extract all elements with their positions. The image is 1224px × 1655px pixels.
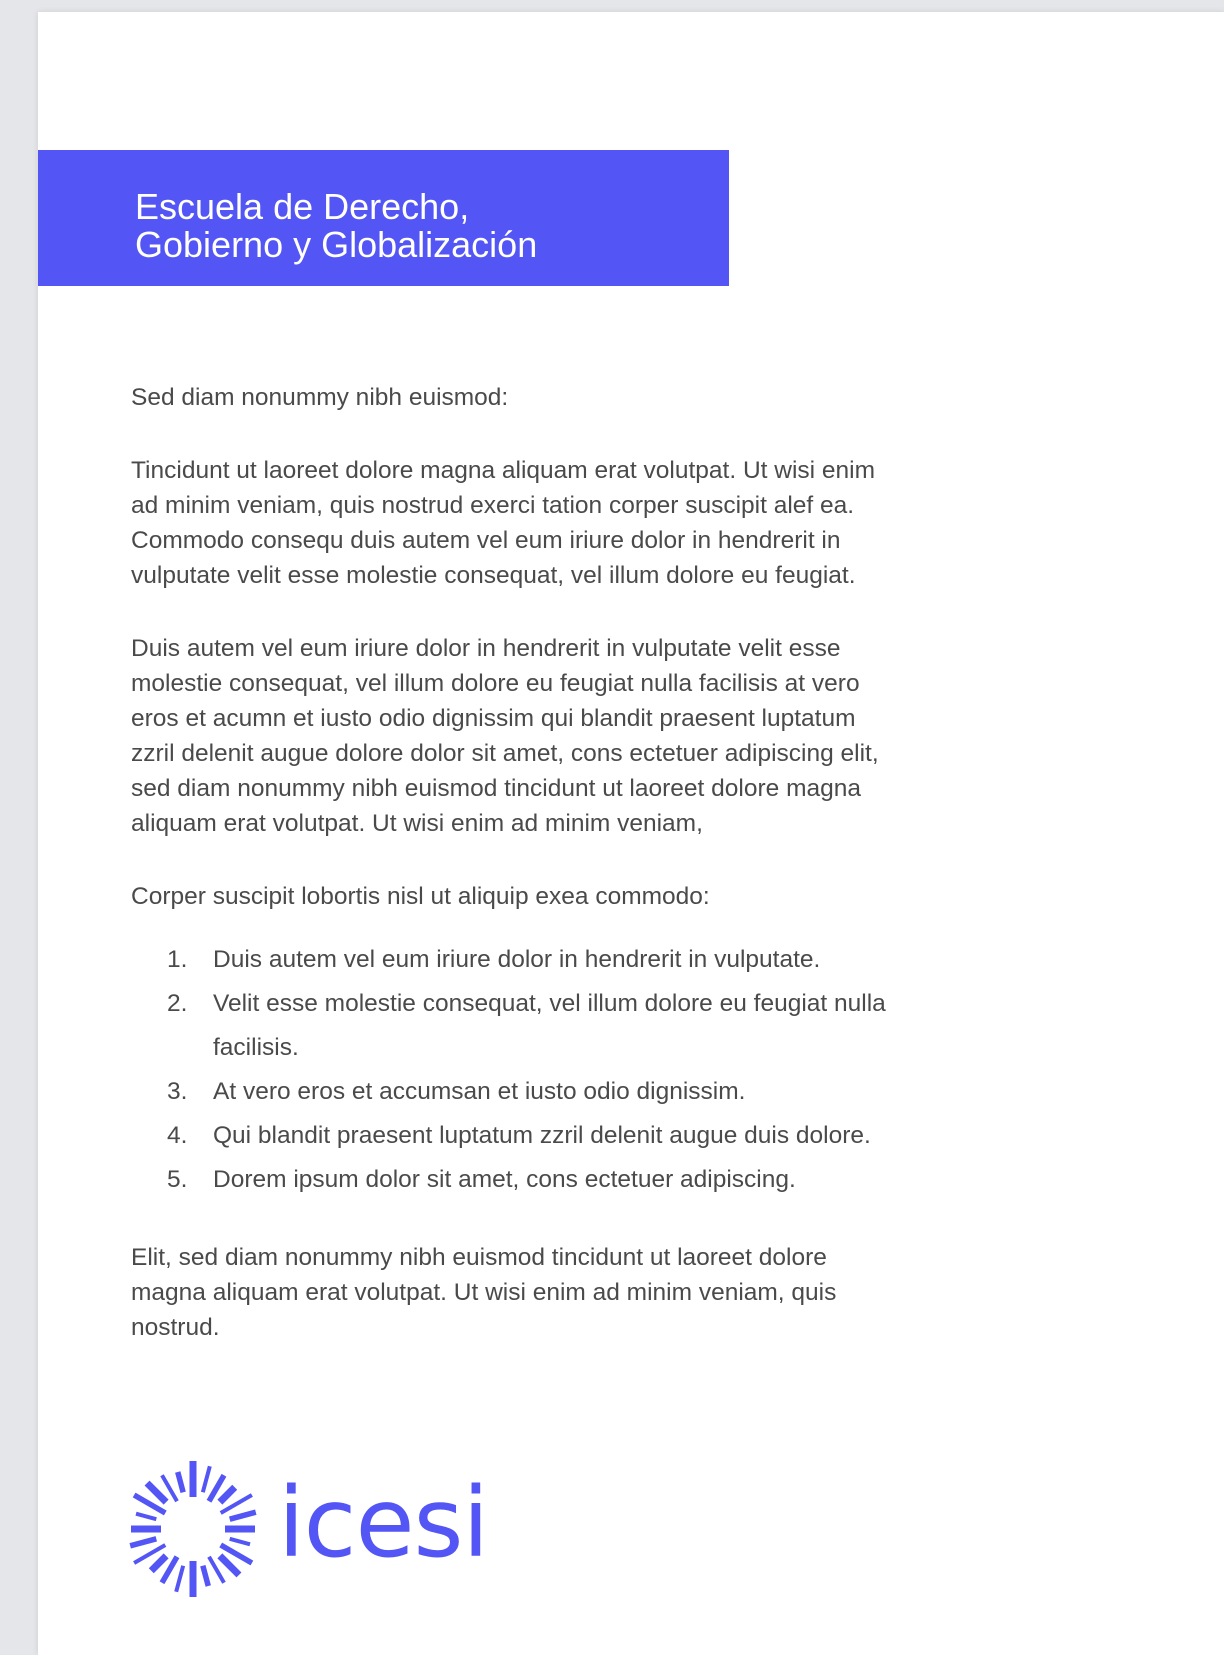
paragraph-1-line: ad minim veniam, quis nostrud exerci tat…: [131, 492, 855, 519]
document-page: Escuela de Derecho, Gobierno y Globaliza…: [38, 12, 1224, 1655]
closing-line: nostrud.: [131, 1314, 220, 1341]
icesi-logo: icesi: [118, 1454, 538, 1604]
list-item-number: 5.: [167, 1166, 188, 1193]
sunburst-icon: [129, 1461, 257, 1597]
paragraph-2: Duis autem vel eum iriure dolor in hendr…: [131, 631, 1131, 841]
header-band: Escuela de Derecho, Gobierno y Globaliza…: [38, 150, 729, 286]
list-item-text: Duis autem vel eum iriure dolor in hendr…: [213, 946, 821, 973]
list-item: 3. At vero eros et accumsan et iusto odi…: [131, 1070, 1131, 1114]
header-title-line-1: Escuela de Derecho,: [135, 186, 470, 227]
list-item: 1. Duis autem vel eum iriure dolor in he…: [131, 938, 1131, 982]
list-item: 4. Qui blandit praesent luptatum zzril d…: [131, 1114, 1131, 1158]
list-item-number: 4.: [167, 1122, 188, 1149]
list-item-text: Velit esse molestie consequat, vel illum…: [213, 990, 886, 1017]
paragraph-2-line: zzril delenit augue dolore dolor sit ame…: [131, 740, 879, 767]
logo-wordmark: icesi: [278, 1467, 489, 1579]
paragraph-2-line: sed diam nonummy nibh euismod tincidunt …: [131, 775, 861, 802]
list-item-text: Dorem ipsum dolor sit amet, cons ectetue…: [213, 1166, 796, 1193]
paragraph-2-line: aliquam erat volutpat. Ut wisi enim ad m…: [131, 810, 703, 837]
list-item-number: 3.: [167, 1078, 188, 1105]
header-title-line-2: Gobierno y Globalización: [135, 224, 538, 265]
list-intro-paragraph: Corper suscipit lobortis nisl ut aliquip…: [131, 879, 1131, 914]
numbered-list: 1. Duis autem vel eum iriure dolor in he…: [131, 938, 1131, 1202]
paragraph-1-line: vulputate velit esse molestie consequat,…: [131, 562, 856, 589]
closing-line: Elit, sed diam nonummy nibh euismod tinc…: [131, 1244, 827, 1271]
list-item: 2. Velit esse molestie consequat, vel il…: [131, 982, 1131, 1070]
list-item-text-continued: facilisis.: [213, 1034, 299, 1061]
list-item-text: Qui blandit praesent luptatum zzril dele…: [213, 1122, 871, 1149]
paragraph-2-line: molestie consequat, vel illum dolore eu …: [131, 670, 860, 697]
list-intro-text: Corper suscipit lobortis nisl ut aliquip…: [131, 883, 710, 910]
list-item-number: 1.: [167, 946, 188, 973]
closing-line: magna aliquam erat volutpat. Ut wisi eni…: [131, 1279, 837, 1306]
paragraph-2-line: Duis autem vel eum iriure dolor in hendr…: [131, 635, 841, 662]
list-item-number: 2.: [167, 990, 188, 1017]
intro-text: Sed diam nonummy nibh euismod:: [131, 384, 509, 411]
paragraph-1-line: Commodo consequ duis autem vel eum iriur…: [131, 527, 841, 554]
paragraph-1-line: Tincidunt ut laoreet dolore magna aliqua…: [131, 457, 875, 484]
document-body: Sed diam nonummy nibh euismod: Tincidunt…: [131, 380, 1131, 1383]
list-item: 5. Dorem ipsum dolor sit amet, cons ecte…: [131, 1158, 1131, 1202]
list-item-text: At vero eros et accumsan et iusto odio d…: [213, 1078, 746, 1105]
intro-paragraph: Sed diam nonummy nibh euismod:: [131, 380, 1131, 415]
closing-paragraph: Elit, sed diam nonummy nibh euismod tinc…: [131, 1240, 1131, 1345]
paragraph-2-line: eros et acumn et iusto odio dignissim qu…: [131, 705, 856, 732]
paragraph-1: Tincidunt ut laoreet dolore magna aliqua…: [131, 453, 1131, 593]
